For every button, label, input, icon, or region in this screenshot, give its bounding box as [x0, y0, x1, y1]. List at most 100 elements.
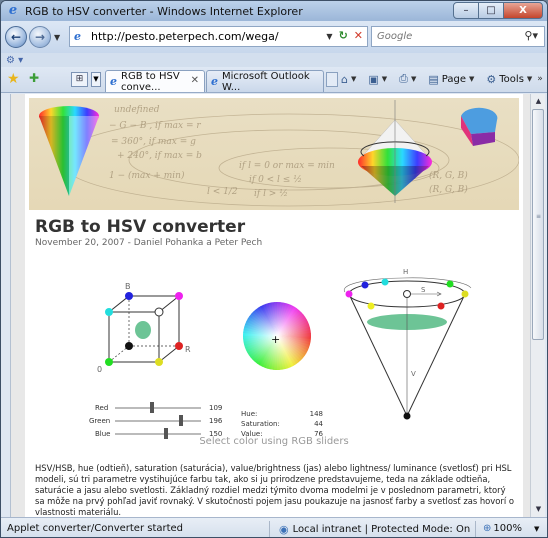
address-input[interactable]: http://pesto.peterpech.com/wega/ — [91, 30, 279, 43]
thumb-grip-icon: ≡ — [536, 213, 542, 220]
svg-text:1 − (max + min): 1 − (max + min) — [109, 170, 185, 181]
rgb-cube[interactable] — [105, 292, 183, 366]
cube-label-origin: 0 — [97, 365, 102, 374]
search-icon[interactable]: ⚲▾ — [524, 29, 538, 42]
vertical-scrollbar[interactable]: ▲ ≡ ▼ — [530, 94, 545, 517]
blue-slider[interactable] — [115, 433, 201, 435]
address-bar[interactable]: e http://pesto.peterpech.com/wega/ ▼ ↻ ✕ — [69, 26, 368, 47]
search-box[interactable]: ⚲▾ — [371, 26, 545, 47]
tab-ie-icon: e — [211, 75, 218, 88]
feeds-dropdown-icon[interactable]: ▼ — [382, 75, 387, 83]
tab-outlook[interactable]: e Microsoft Outlook W... — [206, 70, 324, 93]
tools-gear-icon: ⚙ — [486, 72, 497, 86]
page-menu-icon: ▤ — [428, 72, 439, 86]
slider-label: Red — [95, 404, 109, 412]
tools-menu-button[interactable]: Tools — [499, 74, 524, 85]
page-menu-button[interactable]: Page — [442, 74, 466, 85]
zoom-control[interactable]: ⊕ 100% ▼ — [483, 523, 539, 534]
navigation-bar: ← → ▼ e http://pesto.peterpech.com/wega/… — [1, 21, 547, 53]
svg-text:if l = 0 or max = min: if l = 0 or max = min — [239, 161, 335, 171]
tab-list-dropdown[interactable]: ▼ — [91, 72, 101, 87]
add-favorite-icon[interactable]: ✚ — [29, 71, 39, 85]
recent-pages-dropdown-icon[interactable]: ▼ — [54, 33, 60, 42]
svg-text:if 0 < l ≤ ½: if 0 < l ≤ ½ — [249, 174, 302, 185]
red-value: 109 — [209, 404, 223, 412]
print-icon[interactable]: ⎙ — [399, 72, 408, 86]
hue-label: Hue: — [241, 410, 258, 418]
intranet-globe-icon: ◉ — [279, 523, 289, 536]
zoom-dropdown-icon[interactable]: ▼ — [534, 525, 539, 533]
svg-text:+ 240°, if max = b: + 240°, if max = b — [117, 151, 202, 161]
home-dropdown-icon[interactable]: ▼ — [351, 75, 356, 83]
cone-label-v: V — [411, 370, 416, 378]
quick-tabs-button[interactable]: ⊞ — [71, 72, 88, 87]
close-window-button[interactable]: X — [503, 2, 543, 19]
security-zone-label: Local intranet | Protected Mode: On — [292, 524, 471, 535]
red-slider[interactable] — [115, 407, 201, 409]
new-tab-button[interactable] — [326, 72, 338, 87]
slider-label: Green — [89, 417, 111, 425]
rgb-hsv-applet[interactable]: B R 0 + H S V Red 109 Green 196 Blue 150… — [85, 266, 485, 456]
command-bar: ⌂ ▼ ▣ ▼ ⎙ ▼ ▤ Page ▼ ⚙ Tools ▼ » — [341, 72, 543, 86]
window-title: RGB to HSV converter - Windows Internet … — [25, 4, 303, 18]
chevron-more-icon[interactable]: » — [537, 74, 543, 84]
hue-value: 148 — [309, 410, 323, 418]
svg-text:− G − B , if max = r: − G − B , if max = r — [109, 121, 201, 131]
back-button[interactable]: ← — [5, 26, 27, 48]
intro-paragraph: HSV/HSB, hue (odtieň), saturation (satur… — [35, 463, 514, 517]
cone-label-s: S — [421, 286, 426, 294]
address-tools: ▼ ↻ ✕ — [326, 29, 363, 44]
zoom-magnifier-icon: ⊕ — [483, 523, 492, 534]
scroll-down-arrow-icon[interactable]: ▼ — [531, 502, 546, 517]
page-dropdown-icon[interactable]: ▼ — [469, 75, 474, 83]
green-slider[interactable] — [115, 420, 201, 422]
print-dropdown-icon[interactable]: ▼ — [411, 75, 416, 83]
tab-ie-icon: e — [110, 75, 117, 88]
status-divider — [269, 521, 270, 537]
home-icon[interactable]: ⌂ — [341, 73, 348, 86]
green-value: 196 — [209, 417, 223, 425]
ie-window: e RGB to HSV converter - Windows Interne… — [0, 0, 548, 538]
refresh-icon[interactable]: ↻ — [339, 29, 348, 44]
saturation-label: Saturation: — [241, 420, 280, 428]
svg-text:(R, G, B): (R, G, B) — [429, 170, 468, 181]
search-input[interactable] — [377, 31, 517, 42]
close-tab-icon[interactable]: ✕ — [191, 75, 199, 86]
cone-label-h: H — [403, 268, 408, 276]
svg-text:(R, G, B): (R, G, B) — [429, 184, 468, 195]
svg-text:= 360°, if max = g: = 360°, if max = g — [111, 137, 196, 147]
favorites-star-icon[interactable]: ★ — [7, 71, 20, 87]
scroll-up-arrow-icon[interactable]: ▲ — [531, 94, 546, 109]
saturation-value: 44 — [314, 420, 323, 428]
hsv-cone[interactable] — [343, 277, 472, 420]
feeds-icon[interactable]: ▣ — [368, 73, 378, 86]
toolbar-settings-icon[interactable]: ⚙ ▾ — [6, 55, 23, 66]
page-viewport: undefined − G − B , if max = r = 360°, i… — [10, 94, 530, 517]
address-dropdown-icon[interactable]: ▼ — [326, 29, 332, 44]
status-bar: Applet converter/Converter started ◉ Loc… — [1, 517, 547, 537]
red-slider-thumb[interactable] — [149, 402, 154, 413]
page-icon: e — [74, 29, 81, 43]
banner-artwork: undefined − G − B , if max = r = 360°, i… — [39, 100, 519, 207]
tools-dropdown-icon[interactable]: ▼ — [527, 75, 532, 83]
window-controls: – □ X — [453, 2, 543, 19]
tab-bar: ★ ✚ ⊞ ▼ e RGB to HSV conve... ✕ e Micros… — [1, 67, 547, 93]
title-bar: e RGB to HSV converter - Windows Interne… — [1, 1, 547, 21]
status-text: Applet converter/Converter started — [7, 523, 184, 534]
forward-button[interactable]: → — [29, 26, 51, 48]
security-zone[interactable]: ◉ Local intranet | Protected Mode: On — [279, 523, 470, 536]
ie-logo-icon: e — [8, 3, 18, 18]
scrollbar-thumb[interactable]: ≡ — [532, 109, 544, 340]
cube-label-b: B — [125, 282, 131, 291]
select-color-caption: Select color using RGB sliders — [199, 436, 349, 447]
tab-rgb-to-hsv[interactable]: e RGB to HSV conve... ✕ — [105, 70, 205, 93]
maximize-button[interactable]: □ — [478, 2, 504, 19]
web-page: undefined − G − B , if max = r = 360°, i… — [25, 94, 523, 517]
minimize-button[interactable]: – — [453, 2, 479, 19]
cube-label-r: R — [185, 345, 191, 354]
page-subtitle: November 20, 2007 - Daniel Pohanka a Pet… — [35, 238, 263, 248]
stop-icon[interactable]: ✕ — [354, 29, 363, 44]
links-toolbar: ⚙ ▾ — [1, 53, 547, 67]
green-slider-thumb[interactable] — [179, 415, 184, 426]
svg-text:undefined: undefined — [114, 105, 160, 115]
